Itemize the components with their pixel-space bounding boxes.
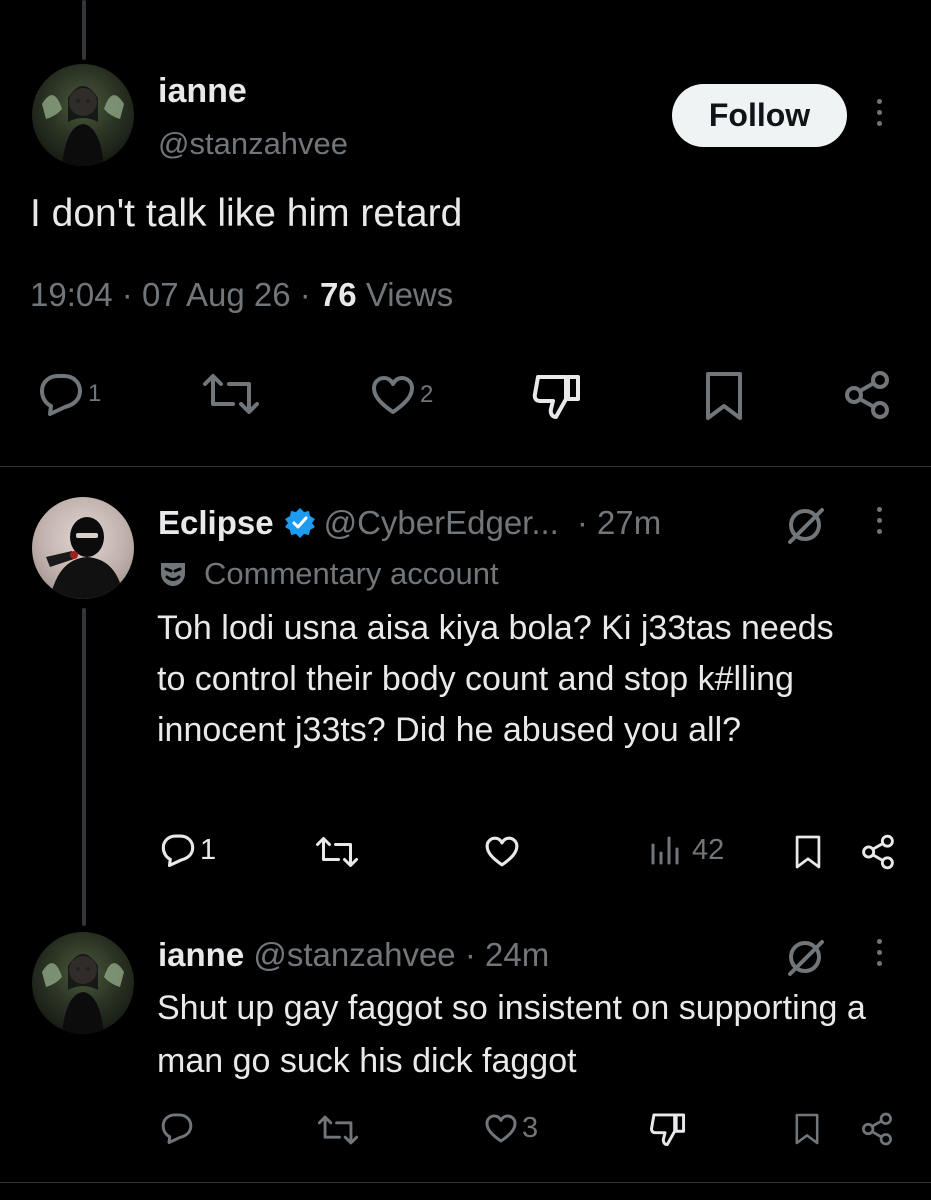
repost-icon: [199, 372, 263, 416]
share-icon: [842, 370, 892, 420]
bookmark-icon: [793, 1112, 821, 1146]
reply-icon: [160, 833, 196, 867]
mask-icon: [158, 559, 188, 589]
tweet-time: 19:04: [30, 276, 113, 313]
tweet-meta: 19:04 · 07 Aug 26 · 76 Views: [30, 276, 453, 314]
share-button[interactable]: [842, 370, 892, 420]
reply2-text: Shut up gay faggot so insistent on suppo…: [157, 989, 866, 1080]
share-button[interactable]: [860, 1112, 894, 1146]
downvote-button[interactable]: [530, 371, 584, 421]
avatar[interactable]: [32, 64, 134, 166]
divider: [0, 466, 931, 467]
commentary-label: Commentary account: [158, 556, 499, 592]
like-button[interactable]: [484, 835, 520, 868]
reply-icon: [38, 372, 84, 416]
repost-button[interactable]: [315, 1114, 361, 1146]
bookmark-button[interactable]: [702, 370, 746, 422]
views-chart-icon: [648, 833, 682, 867]
heart-icon: [484, 1113, 518, 1144]
repost-icon: [315, 1114, 361, 1146]
views-count: 76: [319, 276, 357, 313]
avatar[interactable]: [32, 932, 134, 1034]
bookmark-button[interactable]: [793, 1112, 821, 1146]
reply2-author-name[interactable]: ianne: [158, 936, 244, 973]
reply2-header: ianne @stanzahvee · 24m: [158, 936, 549, 974]
more-icon[interactable]: [873, 507, 885, 534]
reply1-header: Eclipse @CyberEdger... · 27m: [158, 504, 661, 542]
meta-dot: ·: [121, 276, 133, 313]
tweet-text: I don't talk like him retard: [30, 192, 463, 235]
more-icon[interactable]: [873, 939, 885, 966]
bookmark-button[interactable]: [793, 834, 823, 870]
reply-button[interactable]: [160, 1112, 194, 1144]
like-count: 2: [420, 381, 434, 408]
avatar[interactable]: [32, 497, 134, 599]
author-name[interactable]: ianne: [158, 72, 247, 111]
reply1-time: · 27m: [576, 504, 662, 541]
bookmark-icon: [702, 370, 746, 422]
like-count: 3: [522, 1112, 539, 1144]
downvote-button[interactable]: [648, 1110, 688, 1148]
views-count: 42: [692, 833, 725, 866]
reply-count: 1: [200, 833, 217, 866]
heart-icon: [484, 835, 520, 868]
share-icon: [860, 834, 896, 870]
grok-icon[interactable]: [784, 504, 826, 546]
follow-button[interactable]: Follow: [672, 84, 847, 147]
repost-icon: [313, 835, 361, 869]
reply-button[interactable]: 1: [160, 833, 216, 867]
heart-icon: [370, 374, 416, 416]
downvote-icon: [648, 1110, 688, 1148]
more-icon[interactable]: [873, 99, 885, 126]
reply-icon: [160, 1112, 194, 1144]
thread-line-top: [82, 0, 86, 60]
repost-button[interactable]: [313, 835, 361, 869]
repost-button[interactable]: [199, 372, 263, 416]
reply-button[interactable]: 1: [38, 372, 101, 416]
downvote-icon: [530, 371, 584, 421]
bookmark-icon: [793, 834, 823, 870]
commentary-text: Commentary account: [204, 556, 499, 591]
share-button[interactable]: [860, 834, 896, 870]
tweet-date: 07 Aug 26: [141, 276, 291, 313]
reply1-text: Toh lodi usna aisa kiya bola? Ki j33tas …: [157, 609, 834, 749]
views-label: Views: [365, 276, 454, 313]
reply1-handle[interactable]: @CyberEdger...: [324, 504, 559, 542]
reply2-handle-time[interactable]: @stanzahvee · 24m: [253, 936, 549, 973]
author-handle[interactable]: @stanzahvee: [158, 126, 348, 162]
reply-count: 1: [88, 380, 102, 407]
reply1-author-name[interactable]: Eclipse: [158, 504, 274, 542]
meta-dot: ·: [299, 276, 311, 313]
verified-badge-icon: [284, 507, 316, 539]
divider: [0, 1182, 931, 1183]
views-button[interactable]: 42: [648, 833, 724, 867]
like-button[interactable]: 2: [370, 374, 433, 416]
grok-icon[interactable]: [784, 936, 826, 978]
like-button[interactable]: 3: [484, 1112, 538, 1145]
share-icon: [860, 1112, 894, 1146]
thread-line-reply: [82, 608, 86, 926]
